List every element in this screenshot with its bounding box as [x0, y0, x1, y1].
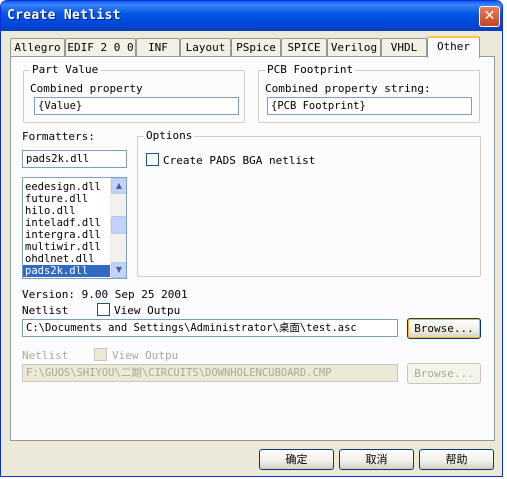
tab-edif[interactable]: EDIF 2 0 0 [65, 38, 136, 57]
help-button[interactable]: 帮助 [419, 449, 494, 470]
combined-property-label: Combined property [30, 82, 143, 95]
tab-inf[interactable]: INF [136, 38, 180, 57]
view-output-disabled-checkbox [94, 348, 107, 361]
combined-property-input[interactable]: {Value} [34, 97, 239, 115]
tab-allegro[interactable]: Allegro [10, 38, 65, 57]
tab-other[interactable]: Other [427, 36, 480, 58]
combined-property-string-label: Combined property string: [265, 82, 431, 95]
view-output-disabled-label: View Outpu [112, 349, 179, 362]
chevron-down-icon: ▼ [115, 265, 123, 274]
create-pads-bga-checkbox[interactable] [146, 153, 159, 166]
tab-vhdl[interactable]: VHDL [381, 38, 427, 57]
close-icon: ✕ [483, 8, 496, 24]
ok-button[interactable]: 确定 [259, 449, 334, 470]
tab-panel-other: Part Value Combined property {Value} PCB… [10, 56, 495, 441]
tab-layout[interactable]: Layout [180, 38, 231, 57]
options-group-label: Options [144, 129, 195, 143]
tab-verilog[interactable]: Verilog [327, 38, 381, 57]
view-output-label: View Outpu [114, 304, 181, 317]
formatter-current-field[interactable]: pads2k.dll [22, 150, 127, 168]
combined-property-string-input[interactable]: {PCB Footprint} [267, 97, 472, 115]
formatters-label: Formatters: [22, 130, 95, 143]
create-pads-bga-label: Create PADS BGA netlist [163, 154, 316, 167]
netlist-browse-button[interactable]: Browse... [407, 318, 481, 339]
close-button[interactable]: ✕ [479, 6, 500, 27]
window-title: Create Netlist [7, 8, 121, 23]
create-netlist-dialog: Create Netlist ✕ Allegro EDIF 2 0 0 INF … [0, 0, 503, 477]
view-output-checkbox[interactable] [97, 303, 110, 316]
part-value-group-label: Part Value [30, 63, 101, 77]
version-text: Version: 9.00 Sep 25 2001 [22, 288, 188, 301]
scroll-down-button[interactable]: ▼ [111, 262, 126, 278]
formatters-scrollbar[interactable]: ▲ ▼ [110, 178, 126, 278]
netlist-label: Netlist [22, 304, 69, 317]
options-group: Options Create PADS BGA netlist [137, 129, 481, 277]
netlist-disabled-label: Netlist [22, 349, 69, 362]
cancel-button[interactable]: 取消 [339, 449, 414, 470]
netlist-disabled-path-input: F:\GUOS\SHIYOU\二期\CIRCUITS\DOWNHOLENCUBO… [22, 364, 398, 382]
chevron-up-icon: ▲ [115, 181, 123, 190]
tab-spice[interactable]: SPICE [281, 38, 327, 57]
pcb-footprint-group-label: PCB Footprint [265, 63, 356, 77]
scroll-thumb[interactable] [111, 216, 126, 234]
pcb-footprint-group: PCB Footprint Combined property string: … [258, 63, 480, 123]
part-value-group: Part Value Combined property {Value} [23, 63, 245, 123]
scroll-up-button[interactable]: ▲ [111, 178, 126, 194]
netlist-path-input[interactable]: C:\Documents and Settings\Administrator\… [22, 319, 398, 337]
tab-pspice[interactable]: PSpice [231, 38, 281, 57]
netlist-disabled-browse-button: Browse... [407, 363, 481, 384]
formatters-listbox[interactable]: eedesign.dll future.dll hilo.dll inteladf.d… [22, 177, 127, 279]
title-bar[interactable]: Create Netlist ✕ [1, 1, 502, 31]
